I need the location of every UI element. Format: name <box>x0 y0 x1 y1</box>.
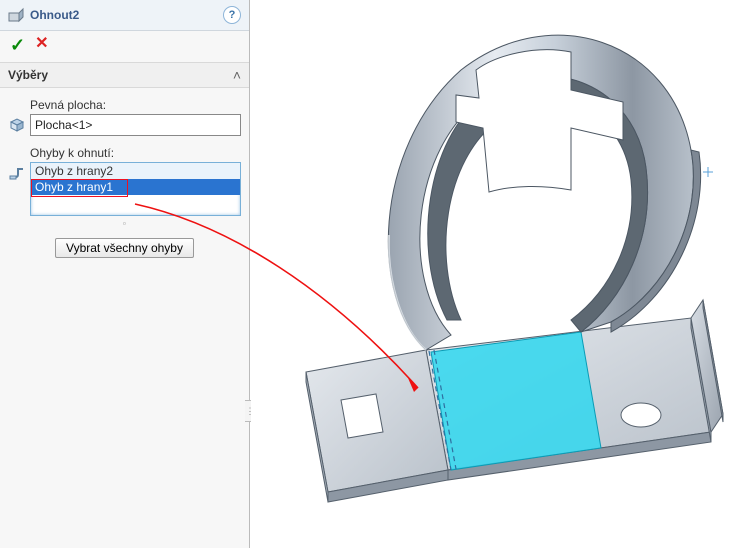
help-button[interactable]: ? <box>223 6 241 24</box>
feature-title: Ohnout2 <box>30 8 223 22</box>
section-header[interactable]: Výběry ˄ <box>0 62 249 88</box>
list-pin-handle[interactable]: ◦ <box>8 216 241 232</box>
bends-listbox[interactable]: Ohyb z hrany2Ohyb z hrany1 <box>30 162 241 216</box>
section-body: Pevná plocha: Plocha<1> Ohyby k ohnutí: … <box>0 88 249 268</box>
graphics-viewport[interactable] <box>251 0 750 548</box>
titlebar: Ohnout2 ? <box>0 0 249 31</box>
bend-list-item[interactable]: Ohyb z hrany2 <box>31 163 240 179</box>
section-title: Výběry <box>8 68 48 82</box>
face-select-icon <box>8 114 26 133</box>
fixed-face-label: Pevná plocha: <box>30 98 241 112</box>
bend-list-item[interactable]: Ohyb z hrany1 <box>31 179 240 195</box>
property-panel: Ohnout2 ? ✓ ✕ Výběry ˄ Pevná plocha: Plo… <box>0 0 250 548</box>
confirm-row: ✓ ✕ <box>0 31 249 62</box>
select-all-bends-button[interactable]: Vybrat všechny ohyby <box>55 238 194 258</box>
model-render <box>251 0 750 548</box>
bends-label: Ohyby k ohnutí: <box>30 146 241 160</box>
bend-select-icon <box>8 162 26 181</box>
fixed-face-row: Plocha<1> <box>8 114 241 136</box>
collapse-icon[interactable]: ˄ <box>233 67 241 83</box>
cancel-button[interactable]: ✕ <box>35 36 48 54</box>
ok-button[interactable]: ✓ <box>10 36 25 54</box>
fixed-face-input[interactable]: Plocha<1> <box>30 114 241 136</box>
bends-row: Ohyb z hrany2Ohyb z hrany1 <box>8 162 241 216</box>
fold-feature-icon <box>8 7 24 23</box>
